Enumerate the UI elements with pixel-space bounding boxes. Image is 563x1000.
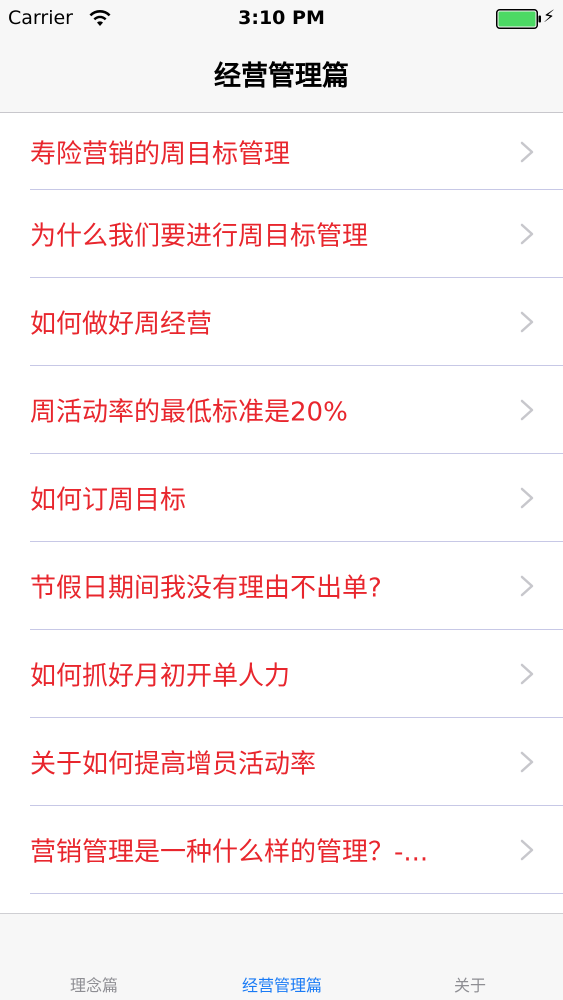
article-list: 寿险营销的周目标管理为什么我们要进行周目标管理 如何做好周经营周活动率的最低标准是…: [0, 113, 563, 894]
list-item-label: 如何抓好月初开单人力: [30, 661, 291, 692]
list-item-label: 周活动率的最低标准是20%: [30, 397, 348, 428]
list-item[interactable]: 寿险营销的周目标管理: [0, 113, 563, 190]
list-item[interactable]: 关于如何提高增员活动率: [0, 718, 563, 806]
list-item-label: 节假日期间我没有理由不出单?: [30, 573, 382, 604]
battery-icon: [496, 9, 541, 29]
navigation-bar: 经营管理篇: [0, 40, 563, 113]
chevron-right-icon: [520, 311, 534, 333]
page-title: 经营管理篇: [214, 61, 349, 92]
clock: 3:10 PM: [238, 7, 325, 29]
list-item-label: 如何做好周经营: [30, 309, 213, 340]
list-item-label: 如何订周目标: [30, 485, 187, 516]
list-item[interactable]: 如何订周目标: [0, 454, 563, 542]
list-item[interactable]: 节假日期间我没有理由不出单?: [0, 542, 563, 630]
chevron-right-icon: [520, 751, 534, 773]
chevron-right-icon: [520, 223, 534, 245]
list-item-label: 营销管理是一种什么样的管理？-...: [30, 837, 429, 868]
list-item[interactable]: 营销管理是一种什么样的管理？-...: [0, 806, 563, 894]
list-item-label: 寿险营销的周目标管理: [30, 139, 291, 169]
list-item[interactable]: 如何抓好月初开单人力: [0, 630, 563, 718]
chevron-right-icon: [520, 663, 534, 685]
chevron-right-icon: [520, 399, 534, 421]
chevron-right-icon: [520, 839, 534, 861]
chevron-right-icon: [520, 141, 534, 162]
tab-bar: 理念篇 经营管理篇 关于: [0, 913, 563, 1000]
list-item-label: 为什么我们要进行周目标管理: [30, 221, 369, 252]
list-item[interactable]: 如何做好周经营: [0, 278, 563, 366]
list-item[interactable]: 为什么我们要进行周目标管理: [0, 190, 563, 278]
list-item-label: 关于如何提高增员活动率: [30, 749, 317, 780]
row-separator: [30, 893, 563, 894]
tab-about[interactable]: 关于: [376, 972, 563, 996]
tab-management[interactable]: 经营管理篇: [188, 972, 376, 996]
charging-bolt-icon: ⚡: [543, 7, 555, 27]
chevron-right-icon: [520, 575, 534, 597]
status-bar: Carrier 3:10 PM ⚡: [0, 0, 563, 40]
list-item[interactable]: 周活动率的最低标准是20%: [0, 366, 563, 454]
tab-concepts[interactable]: 理念篇: [0, 972, 188, 996]
chevron-right-icon: [520, 487, 534, 509]
